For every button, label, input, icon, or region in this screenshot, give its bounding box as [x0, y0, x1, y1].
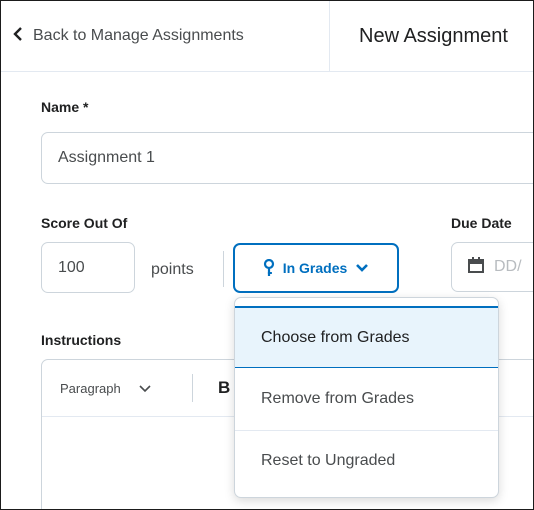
menu-item-reset-to-ungraded[interactable]: Reset to Ungraded	[235, 431, 498, 491]
in-grades-label: In Grades	[282, 260, 348, 276]
name-label: Name *	[41, 99, 89, 115]
points-label: points	[151, 261, 194, 278]
score-out-of-label: Score Out Of	[41, 215, 128, 231]
due-date-placeholder: DD/	[494, 258, 522, 275]
chevron-down-icon	[355, 263, 369, 273]
name-input[interactable]	[41, 132, 533, 184]
back-to-manage-assignments-link[interactable]: Back to Manage Assignments	[13, 1, 244, 71]
back-link-label: Back to Manage Assignments	[33, 27, 244, 44]
toolbar-separator	[192, 374, 193, 402]
assignment-editor-window: Back to Manage Assignments New Assignmen…	[0, 0, 534, 510]
menu-item-remove-from-grades[interactable]: Remove from Grades	[235, 368, 498, 430]
menu-item-choose-from-grades[interactable]: Choose from Grades	[235, 306, 498, 368]
bold-button[interactable]: B	[218, 360, 230, 416]
paragraph-format-select[interactable]: Paragraph	[60, 360, 151, 416]
score-input[interactable]	[41, 242, 135, 293]
calendar-icon	[468, 256, 484, 278]
score-separator	[223, 251, 224, 287]
pin-icon	[263, 259, 275, 277]
in-grades-button[interactable]: In Grades	[233, 243, 399, 293]
format-select-value: Paragraph	[60, 380, 121, 396]
chevron-left-icon	[13, 26, 27, 46]
page-title: New Assignment	[359, 24, 508, 47]
grades-dropdown-menu: Choose from Grades Remove from Grades Re…	[234, 297, 499, 498]
due-date-input[interactable]: DD/	[451, 242, 533, 292]
top-bar: Back to Manage Assignments New Assignmen…	[1, 1, 533, 72]
instructions-label: Instructions	[41, 332, 122, 348]
chevron-down-icon	[139, 381, 151, 396]
topbar-divider	[329, 1, 330, 71]
due-date-label: Due Date	[451, 215, 512, 231]
